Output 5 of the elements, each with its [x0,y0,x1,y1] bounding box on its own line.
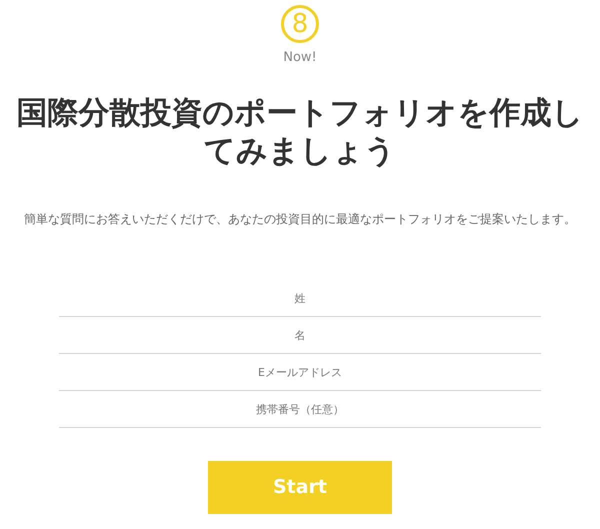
intro-text: 簡単な質問にお答えいただくだけで、あなたの投資目的に最適なポートフォリオをご提案いたします。 [24,211,576,228]
logo-caption: Now! [283,51,317,64]
start-button[interactable]: Start [208,461,392,514]
logo-digit: 8 [292,11,308,37]
page-title: 国際分散投資のポートフォリオを作成してみましょう [16,94,584,170]
